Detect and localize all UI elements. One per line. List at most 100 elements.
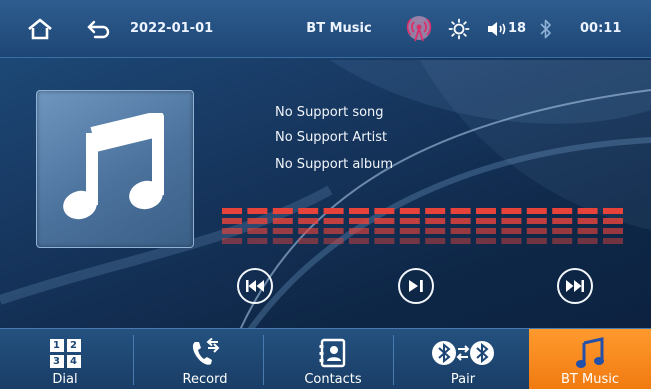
- skip-previous-icon: [246, 280, 264, 292]
- divider: [263, 335, 264, 385]
- equalizer-segment: [552, 208, 573, 214]
- tab-label: Pair: [450, 372, 476, 387]
- clock: 00:11: [580, 0, 621, 57]
- music-note-icon: [63, 113, 164, 220]
- date-text: 2022-01-01: [130, 21, 214, 36]
- equalizer-segment: [222, 228, 242, 234]
- volume-icon: [488, 21, 506, 36]
- equalizer-segment: [222, 238, 242, 244]
- equalizer-segment: [501, 228, 522, 234]
- back-icon: [87, 20, 110, 38]
- status-bar: 2022-01-01 BT Music 18 00:11: [0, 0, 651, 58]
- dialpad-icon: 1 2 3 4: [49, 335, 81, 371]
- page-title-text: BT Music: [306, 21, 372, 36]
- music-note-icon: [575, 335, 605, 371]
- equalizer-segment: [298, 238, 319, 244]
- equalizer-segment: [323, 218, 344, 224]
- play-pause-icon: [409, 280, 423, 292]
- equalizer-segment: [374, 238, 395, 244]
- equalizer-segment: [298, 218, 319, 224]
- bluetooth-icon: [540, 19, 551, 38]
- equalizer-segment: [272, 238, 293, 244]
- equalizer-segment: [323, 208, 344, 214]
- home-button[interactable]: [22, 0, 58, 57]
- equalizer-segment: [399, 228, 420, 234]
- equalizer-segment: [526, 208, 547, 214]
- tab-label: BT Music: [561, 372, 619, 387]
- equalizer-segment: [374, 228, 395, 234]
- tab-contacts[interactable]: Contacts: [268, 329, 398, 389]
- equalizer-segment: [526, 228, 547, 234]
- equalizer-segment: [247, 228, 268, 234]
- equalizer-segment: [272, 218, 293, 224]
- back-button[interactable]: [82, 0, 116, 57]
- tab-label: Dial: [52, 372, 78, 387]
- clock-text: 00:11: [580, 21, 622, 36]
- equalizer-segment: [476, 238, 496, 244]
- contacts-icon: [319, 335, 347, 371]
- divider: [393, 335, 394, 385]
- next-track-button[interactable]: [557, 268, 593, 304]
- equalizer-segment: [552, 238, 573, 244]
- equalizer-segment: [603, 238, 623, 244]
- tab-dial[interactable]: 1 2 3 4 Dial: [0, 329, 130, 389]
- equalizer-segment: [577, 228, 598, 234]
- dial-key: 3: [49, 354, 64, 368]
- equalizer-segment: [476, 218, 496, 224]
- tab-bt-music[interactable]: BT Music: [529, 329, 651, 389]
- equalizer-segment: [349, 208, 369, 214]
- previous-track-button[interactable]: [237, 268, 273, 304]
- brightness-button[interactable]: [446, 0, 472, 57]
- equalizer-segment: [526, 238, 547, 244]
- brightness-icon: [448, 18, 470, 39]
- equalizer-segment: [476, 228, 496, 234]
- bottom-navigation: 1 2 3 4 Dial Record Contacts Pair BT Mus…: [0, 328, 651, 389]
- tab-record[interactable]: Record: [140, 329, 270, 389]
- equalizer-segment: [298, 208, 319, 214]
- play-pause-button[interactable]: [398, 268, 434, 304]
- equalizer-segment: [222, 218, 242, 224]
- equalizer-segment: [526, 218, 547, 224]
- equalizer-segment: [374, 218, 395, 224]
- equalizer-segment: [425, 228, 446, 234]
- equalizer-segment: [603, 228, 623, 234]
- tab-label: Contacts: [304, 372, 362, 387]
- equalizer-segment: [450, 238, 471, 244]
- album-art: [36, 90, 194, 248]
- equalizer-segment: [374, 208, 395, 214]
- dial-key: 4: [66, 354, 81, 368]
- equalizer-segment: [247, 208, 268, 214]
- dial-key: 1: [49, 338, 64, 352]
- date-display: 2022-01-01: [130, 0, 213, 57]
- equalizer-segment: [450, 228, 471, 234]
- bluetooth-status: [536, 0, 556, 57]
- skip-next-icon: [566, 280, 584, 292]
- call-record-icon: [188, 335, 222, 371]
- song-title: No Support song: [275, 105, 384, 120]
- equalizer-segment: [425, 208, 446, 214]
- equalizer-segment: [552, 228, 573, 234]
- equalizer-segment: [425, 218, 446, 224]
- album-name: No Support album: [275, 157, 394, 172]
- equalizer-segment: [222, 208, 242, 214]
- equalizer-segment: [272, 228, 293, 234]
- equalizer-segment: [577, 218, 598, 224]
- tab-pair[interactable]: Pair: [398, 329, 528, 389]
- equalizer-segment: [450, 218, 471, 224]
- equalizer-segment: [399, 238, 420, 244]
- volume-level: 18: [508, 21, 527, 36]
- equalizer-segment: [323, 238, 344, 244]
- radio-button[interactable]: [404, 0, 434, 57]
- equalizer-segment: [603, 208, 623, 214]
- home-icon: [28, 18, 52, 39]
- artist-name: No Support Artist: [275, 130, 388, 145]
- dial-key: 2: [66, 338, 81, 352]
- volume-indicator[interactable]: 18: [486, 0, 526, 57]
- equalizer-segment: [247, 238, 268, 244]
- equalizer-segment: [501, 238, 522, 244]
- equalizer-visualizer: [222, 208, 623, 244]
- equalizer-segment: [399, 218, 420, 224]
- equalizer-segment: [603, 218, 623, 224]
- equalizer-segment: [501, 208, 522, 214]
- divider: [133, 335, 134, 385]
